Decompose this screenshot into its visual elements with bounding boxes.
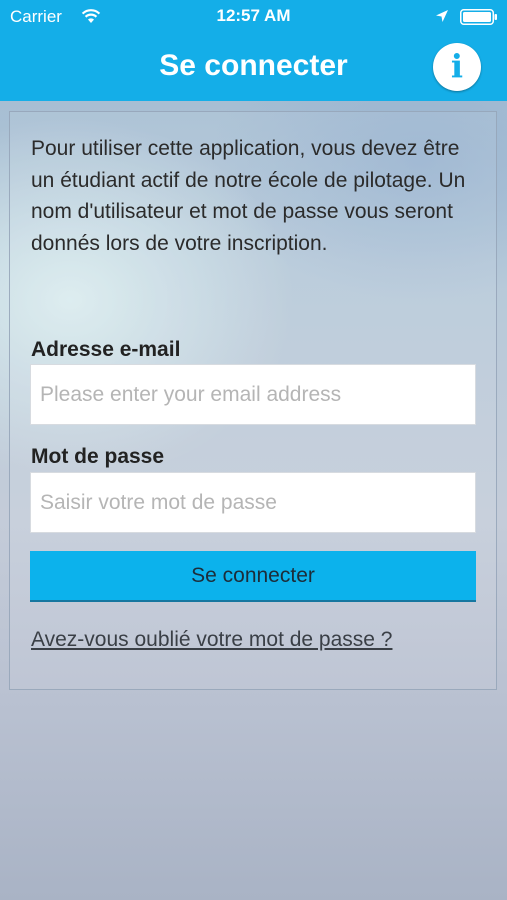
page-title: Se connecter bbox=[159, 49, 348, 82]
info-button[interactable]: i bbox=[433, 43, 481, 91]
nav-bar: Se connecter i bbox=[0, 34, 507, 101]
info-icon: i bbox=[450, 47, 464, 85]
login-button[interactable]: Se connecter bbox=[30, 551, 476, 602]
app-header: Carrier 12:57 AM Se connecter i bbox=[0, 0, 507, 101]
intro-text: Pour utiliser cette application, vous de… bbox=[31, 137, 466, 255]
email-label: Adresse e-mail bbox=[31, 338, 181, 361]
location-icon bbox=[435, 9, 449, 23]
status-time: 12:57 AM bbox=[216, 6, 291, 25]
status-bar: Carrier 12:57 AM bbox=[0, 0, 507, 34]
password-label: Mot de passe bbox=[31, 445, 165, 468]
login-card: Pour utiliser cette application, vous de… bbox=[9, 111, 497, 690]
forgot-password-link[interactable]: Avez-vous oublié votre mot de passe ? bbox=[31, 628, 392, 652]
email-field[interactable] bbox=[30, 364, 476, 425]
battery-icon bbox=[460, 9, 498, 25]
password-field[interactable] bbox=[30, 472, 476, 533]
